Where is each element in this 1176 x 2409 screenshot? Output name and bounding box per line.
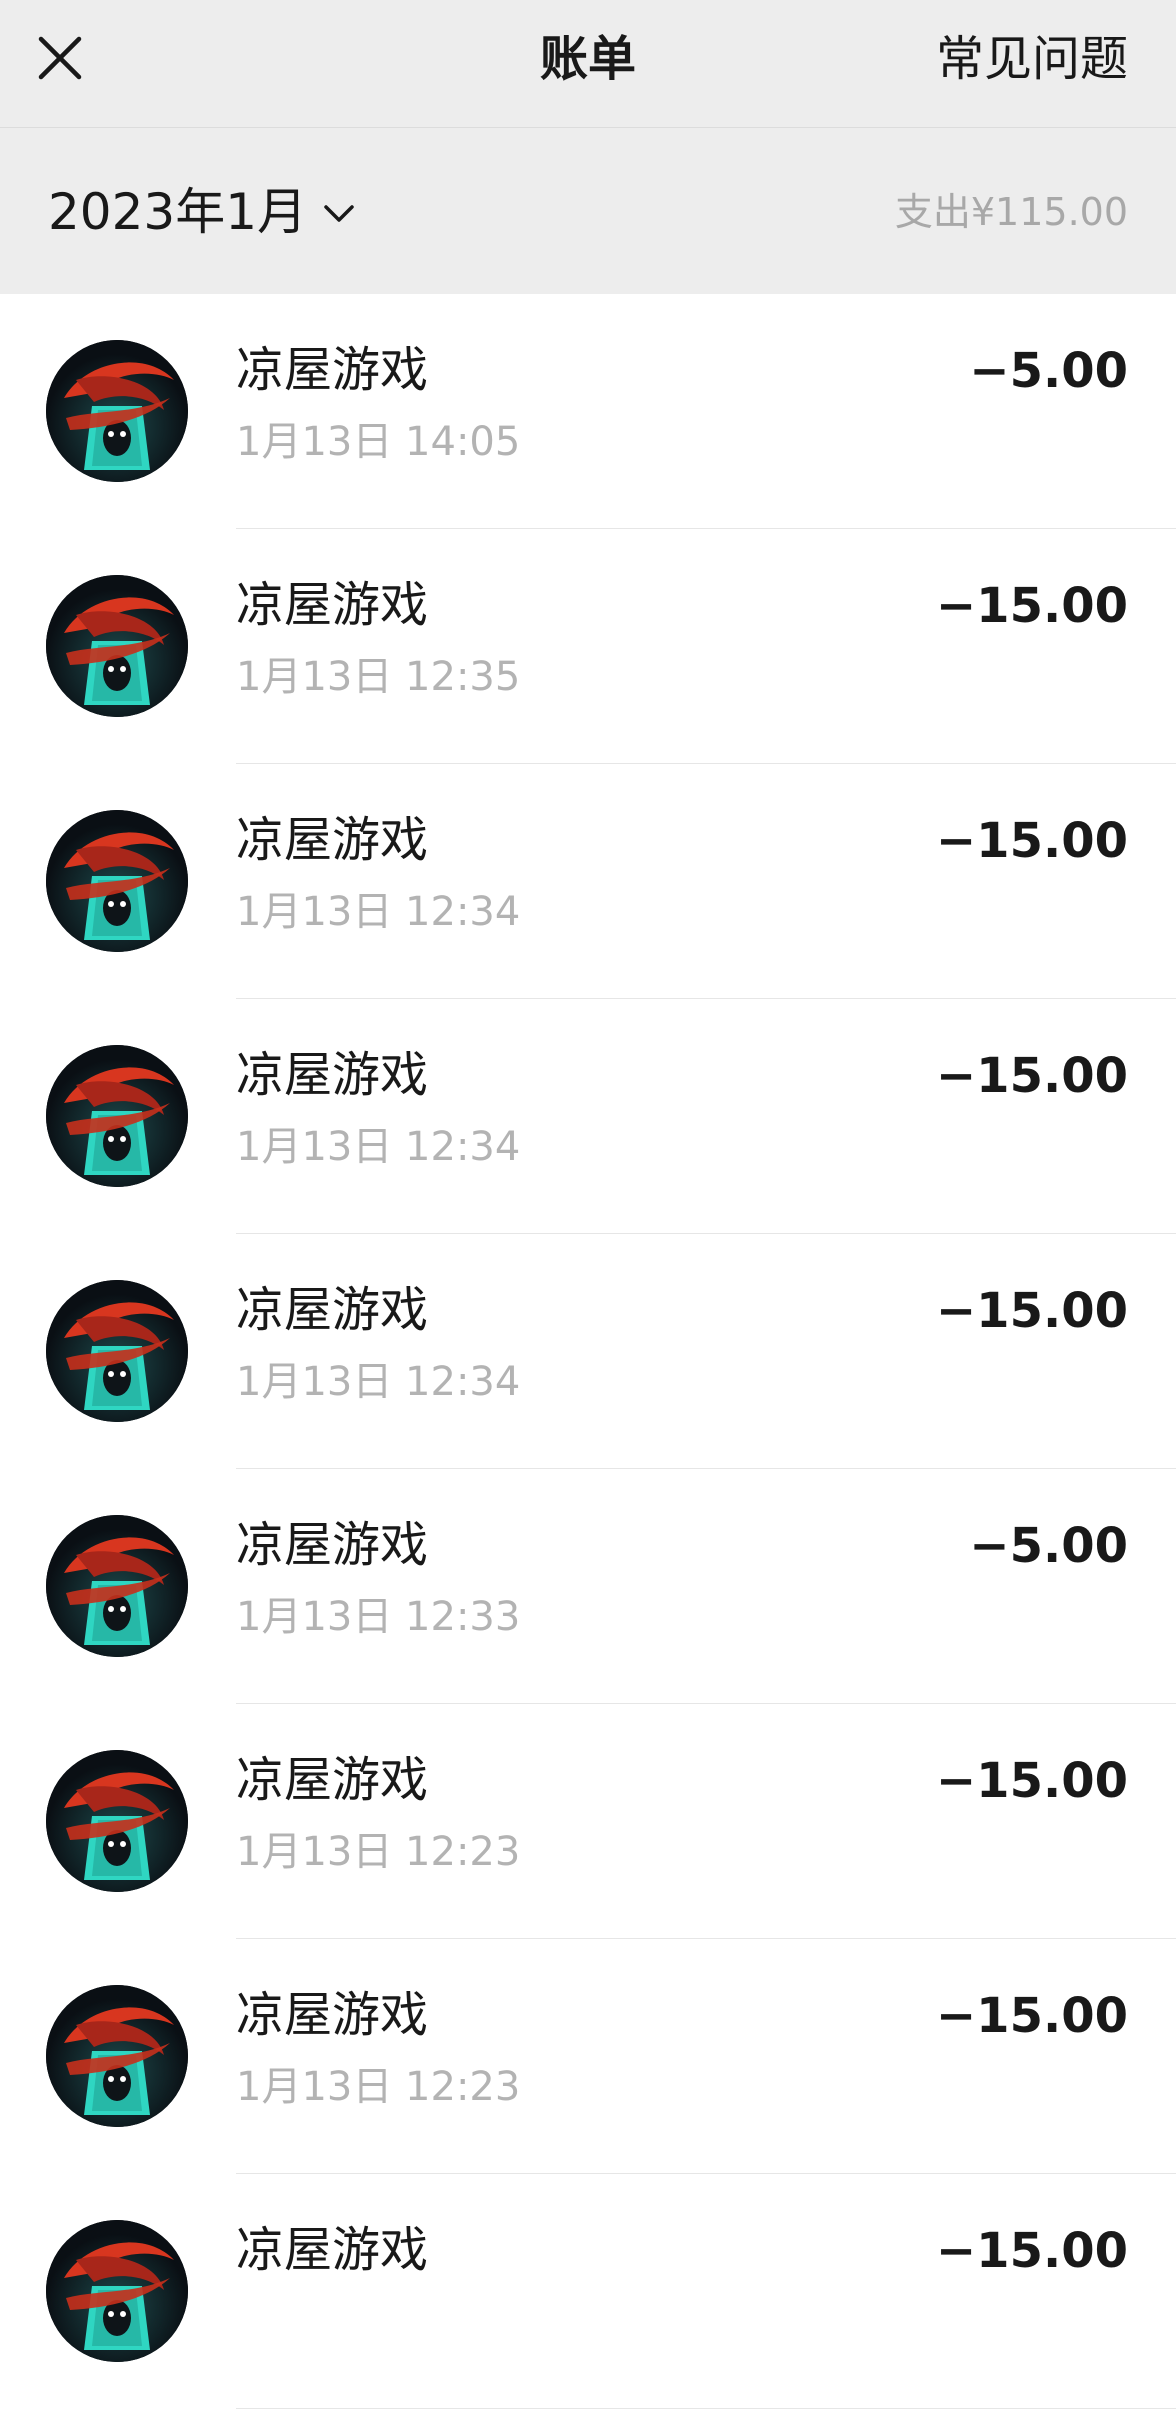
transaction-row[interactable]: 凉屋游戏 1月13日 12:33 −5.00 xyxy=(0,1469,1176,1704)
transaction-amount: −15.00 xyxy=(935,578,1128,634)
transaction-time: 1月13日 14:05 xyxy=(236,419,521,465)
transaction-amount: −15.00 xyxy=(935,1283,1128,1339)
transaction-row[interactable]: 凉屋游戏 −15.00 xyxy=(0,2174,1176,2409)
merchant-avatar xyxy=(46,1515,188,1657)
merchant-name: 凉屋游戏 xyxy=(236,2222,429,2278)
transaction-row[interactable]: 凉屋游戏 1月13日 12:23 −15.00 xyxy=(0,1939,1176,2174)
month-bar: 2023年1月 支出¥115.00 xyxy=(0,128,1176,294)
transaction-time: 1月13日 12:34 xyxy=(236,1124,521,1170)
transaction-row[interactable]: 凉屋游戏 1月13日 12:34 −15.00 xyxy=(0,1234,1176,1469)
transaction-amount: −5.00 xyxy=(969,1518,1128,1574)
transaction-time: 1月13日 12:35 xyxy=(236,654,521,700)
transaction-amount: −15.00 xyxy=(935,813,1128,869)
merchant-name: 凉屋游戏 xyxy=(236,1047,429,1103)
merchant-avatar xyxy=(46,575,188,717)
transaction-row[interactable]: 凉屋游戏 1月13日 12:35 −15.00 xyxy=(0,529,1176,764)
merchant-name: 凉屋游戏 xyxy=(236,1987,429,2043)
transaction-list: 凉屋游戏 1月13日 14:05 −5.00 凉屋游戏 1月13日 12:35 … xyxy=(0,294,1176,2409)
transaction-time: 1月13日 12:34 xyxy=(236,1359,521,1405)
transaction-row[interactable]: 凉屋游戏 1月13日 14:05 −5.00 xyxy=(0,294,1176,529)
transaction-time: 1月13日 12:33 xyxy=(236,1594,521,1640)
transaction-row[interactable]: 凉屋游戏 1月13日 12:34 −15.00 xyxy=(0,999,1176,1234)
merchant-avatar xyxy=(46,1045,188,1187)
transaction-row[interactable]: 凉屋游戏 1月13日 12:34 −15.00 xyxy=(0,764,1176,999)
merchant-name: 凉屋游戏 xyxy=(236,812,429,868)
transaction-time: 1月13日 12:34 xyxy=(236,889,521,935)
faq-link[interactable]: 常见问题 xyxy=(936,28,1128,90)
merchant-avatar xyxy=(46,2220,188,2362)
merchant-avatar xyxy=(46,1985,188,2127)
transaction-amount: −15.00 xyxy=(935,1753,1128,1809)
merchant-name: 凉屋游戏 xyxy=(236,1752,429,1808)
merchant-name: 凉屋游戏 xyxy=(236,1517,429,1573)
merchant-avatar xyxy=(46,810,188,952)
expense-amount: ¥115.00 xyxy=(970,190,1128,234)
merchant-avatar xyxy=(46,1750,188,1892)
merchant-avatar xyxy=(46,340,188,482)
expense-summary: 支出¥115.00 xyxy=(895,182,1128,242)
transaction-amount: −5.00 xyxy=(969,343,1128,399)
transaction-amount: −15.00 xyxy=(935,1048,1128,1104)
header-bar: 账单 常见问题 xyxy=(0,0,1176,128)
month-selector[interactable]: 2023年1月 xyxy=(48,180,355,244)
chevron-down-icon xyxy=(324,205,354,222)
transaction-amount: −15.00 xyxy=(935,2223,1128,2279)
expense-label: 支出 xyxy=(894,190,971,234)
merchant-name: 凉屋游戏 xyxy=(236,577,429,633)
merchant-name: 凉屋游戏 xyxy=(236,1282,429,1338)
transaction-time: 1月13日 12:23 xyxy=(236,1829,521,1875)
transaction-amount: −15.00 xyxy=(935,1988,1128,2044)
merchant-avatar xyxy=(46,1280,188,1422)
transaction-row[interactable]: 凉屋游戏 1月13日 12:23 −15.00 xyxy=(0,1704,1176,1939)
merchant-name: 凉屋游戏 xyxy=(236,342,429,398)
transaction-time: 1月13日 12:23 xyxy=(236,2064,521,2110)
month-label: 2023年1月 xyxy=(48,183,308,241)
